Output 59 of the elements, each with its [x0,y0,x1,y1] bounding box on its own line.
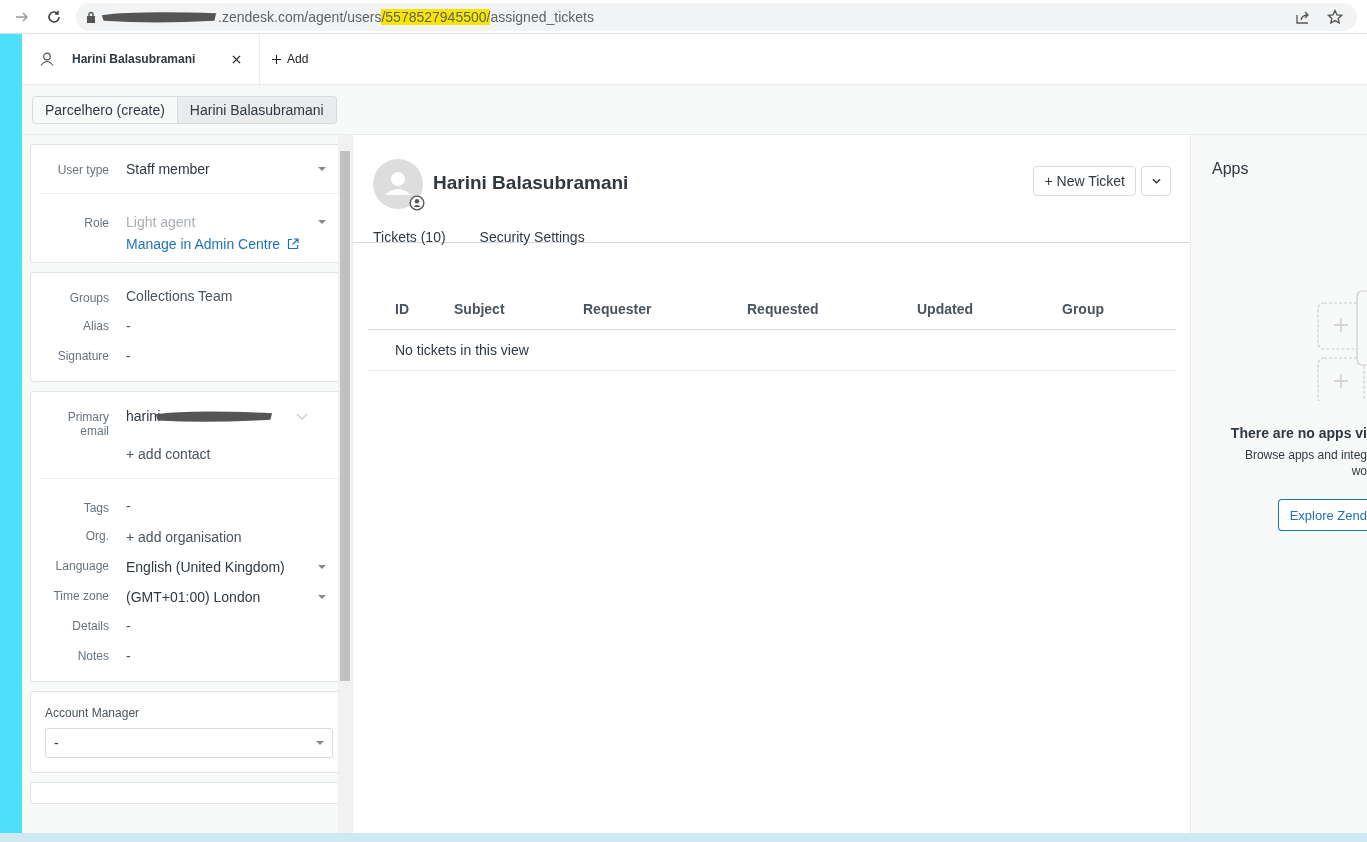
external-link-icon [287,238,300,250]
user-icon [40,52,54,66]
field-label: Time zone [52,588,109,603]
user-name: Harini Balasubramani [433,172,629,194]
user-icon [409,195,425,211]
avatar [373,159,423,209]
field-label: Role [83,215,109,230]
add-link[interactable]: + add contact [126,444,211,462]
description-text: wo [1351,463,1367,479]
field-label: Language [54,558,109,573]
chevron-down-icon [296,412,308,420]
caret-icon [318,220,326,224]
dropdown-field[interactable]: (GMT+01:00) London [126,587,326,607]
dropdown-field[interactable]: Staff member [126,159,326,179]
field-label: Primary email [66,409,109,438]
column-header[interactable]: Subject [454,301,583,317]
apps-title: Apps [1212,160,1249,178]
dropdown-field[interactable]: - [45,728,333,758]
caret-icon [318,595,326,599]
field-label: Signature [56,348,109,363]
caret-icon [316,741,324,745]
description-text: Browse apps and integ [1244,447,1367,463]
field-label: Tags [82,500,109,515]
field-label: Details [71,618,109,633]
field-value: - [126,618,131,634]
caret-icon [318,167,326,171]
chevron-down-icon [1151,178,1161,184]
close-icon[interactable] [232,54,241,64]
new-ticket-button[interactable]: + New Ticket [1033,166,1136,196]
column-header[interactable]: Requested [747,301,917,317]
scrollbar[interactable] [338,135,352,833]
add-link[interactable]: + add organisation [126,527,242,545]
breadcrumb-button[interactable]: Parcelhero (create) [32,95,178,124]
field-label: Alias [82,318,109,333]
column-header[interactable]: ID [395,301,454,317]
empty-apps-heading: There are no apps vi [1230,425,1367,441]
field-value: - [126,498,131,514]
field-value: - [126,648,131,664]
field-value: - [126,348,131,364]
breadcrumb-button[interactable]: Harini Balasubramani [177,95,337,124]
explore-button[interactable]: Explore Zend [1277,499,1367,531]
caret-icon [318,565,326,569]
star-icon[interactable] [1327,8,1343,25]
plus-icon [272,54,281,64]
empty-message: No tickets in this view [368,330,1176,371]
column-header[interactable]: Requester [583,301,747,317]
reload-icon[interactable] [46,8,62,25]
field-label: Account Manager [45,706,141,720]
column-header[interactable]: Group [1062,301,1176,317]
lock-icon [86,10,96,23]
field-value: - [126,318,131,334]
field-label: Groups [68,290,109,305]
field-label: User type [56,162,109,177]
field-value: Collections Team [126,288,233,304]
field-label: Notes [76,648,109,663]
field-label: Org. [84,528,109,543]
column-header[interactable]: Updated [917,301,1062,317]
dropdown-field[interactable]: English (United Kingdom) [126,557,326,577]
add-tab-button[interactable]: Add [262,34,319,84]
